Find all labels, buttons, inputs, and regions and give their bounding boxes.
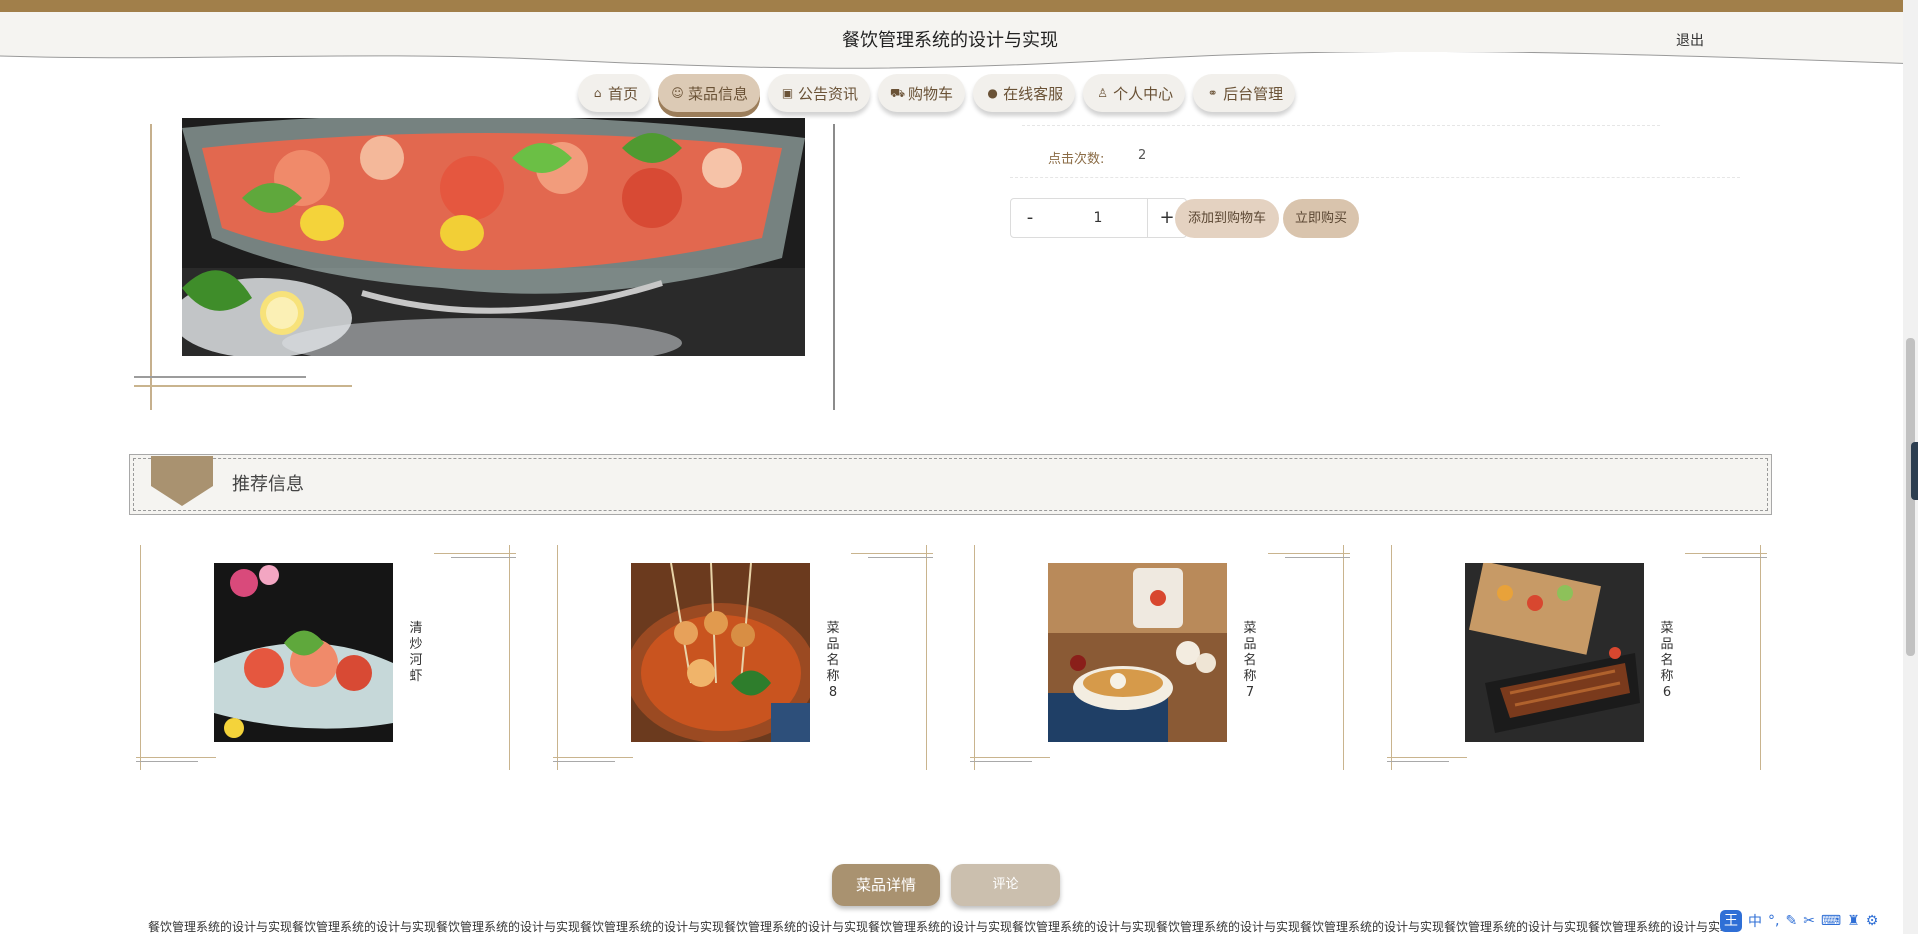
shrimp-dish-illustration: [214, 563, 393, 742]
nav-item-label: 购物车: [908, 84, 954, 103]
card-frame-line: [1285, 557, 1350, 558]
nav-item-dishes[interactable]: ☺ 菜品信息: [658, 74, 761, 112]
clicks-value: 2: [1138, 148, 1147, 163]
app-title: 餐饮管理系统的设计与实现: [842, 30, 1058, 51]
product-image: [182, 118, 805, 356]
dish-name[interactable]: 清炒河虾: [408, 621, 424, 685]
card-frame-line: [509, 545, 510, 770]
punctuation-icon[interactable]: °,: [1768, 913, 1779, 929]
nav-item-cart[interactable]: ⛟ 购物车: [878, 74, 966, 112]
nav-item-service[interactable]: ● 在线客服: [973, 74, 1076, 112]
card-frame-line: [1760, 545, 1761, 770]
dish-image[interactable]: [1048, 563, 1227, 742]
image-frame-left: [150, 124, 152, 410]
recommend-card[interactable]: 菜品名称6: [1387, 545, 1779, 770]
image-frame-line: [134, 385, 352, 387]
card-frame-line: [136, 757, 216, 758]
nav-item-profile[interactable]: ♙ 个人中心: [1083, 74, 1186, 112]
card-frame-line: [974, 545, 975, 770]
main-nav: ⌂ 首页 ☺ 菜品信息 ▣ 公告资讯 ⛟ 购物车 ● 在线客服 ♙ 个人中心 ⚭ 后台管理: [578, 74, 1296, 114]
nav-item-admin[interactable]: ⚭ 后台管理: [1193, 74, 1296, 112]
tab-dish-detail[interactable]: 菜品详情: [832, 864, 940, 906]
pen-icon[interactable]: ✎: [1785, 913, 1797, 929]
dish-image[interactable]: [214, 563, 393, 742]
nav-item-label: 个人中心: [1113, 84, 1174, 103]
nav-item-home[interactable]: ⌂ 首页: [578, 74, 651, 112]
card-frame-line: [553, 761, 615, 762]
card-frame-line: [1685, 553, 1767, 554]
image-frame-right: [833, 124, 835, 410]
gift-icon: ▣: [781, 85, 794, 100]
user-icon: ♙: [1097, 85, 1108, 100]
buy-now-button[interactable]: 立即购买: [1283, 199, 1359, 238]
card-frame-line: [1702, 557, 1767, 558]
ime-logo-icon[interactable]: 王: [1720, 910, 1742, 932]
dish-image[interactable]: [1465, 563, 1644, 742]
gear-icon[interactable]: ⚙: [1866, 913, 1879, 929]
scissors-icon[interactable]: ✂: [1803, 913, 1815, 929]
recommend-banner: [129, 454, 1772, 515]
nav-item-label: 后台管理: [1223, 84, 1284, 103]
info-divider: [1022, 125, 1660, 126]
header-wave-decoration: [0, 52, 1918, 76]
recommend-card[interactable]: 清炒河虾: [136, 545, 528, 770]
shirt-icon[interactable]: ♜: [1847, 913, 1860, 929]
card-frame-line: [553, 757, 633, 758]
dish-name[interactable]: 菜品名称6: [1659, 621, 1675, 701]
banner-dashed-border: [133, 458, 1768, 511]
ime-toolbar: 王 中 °, ✎ ✂ ⌨ ♜ ⚙: [1720, 908, 1903, 934]
card-frame-line: [970, 757, 1050, 758]
info-divider: [1010, 177, 1740, 178]
nav-item-label: 菜品信息: [688, 84, 749, 103]
skewers-dish-illustration: [631, 563, 810, 742]
page: 餐饮管理系统的设计与实现 退出 ⌂ 首页 ☺ 菜品信息 ▣ 公告资讯 ⛟ 购物车 ● 在线…: [0, 0, 1918, 934]
card-frame-line: [140, 545, 141, 770]
nav-item-label: 公告资讯: [798, 84, 859, 103]
card-frame-line: [970, 761, 1032, 762]
top-accent-bar: [0, 0, 1918, 12]
card-frame-line: [1391, 545, 1392, 770]
card-frame-line: [136, 761, 198, 762]
footer-marquee: 餐饮管理系统的设计与实现餐饮管理系统的设计与实现餐饮管理系统的设计与实现餐饮管理…: [148, 920, 1722, 934]
card-frame-line: [557, 545, 558, 770]
link-icon: ⚭: [1207, 85, 1218, 100]
dish-name[interactable]: 菜品名称7: [1242, 621, 1258, 701]
clicks-label: 点击次数:: [1048, 152, 1105, 167]
face-icon: ☺: [671, 85, 684, 100]
card-frame-line: [451, 557, 516, 558]
side-panel-handle[interactable]: [1911, 442, 1918, 500]
ime-mode-indicator[interactable]: 中: [1748, 911, 1762, 931]
tab-comments[interactable]: 评论: [951, 864, 1060, 906]
recommend-card[interactable]: 菜品名称7: [970, 545, 1362, 770]
seafood-platter-illustration: [182, 118, 805, 356]
image-frame-line: [134, 376, 306, 378]
card-frame-line: [1268, 553, 1350, 554]
chat-icon: ●: [987, 85, 998, 100]
keyboard-icon[interactable]: ⌨: [1821, 913, 1841, 929]
cart-icon: ⛟: [890, 85, 906, 100]
card-frame-line: [1343, 545, 1344, 770]
grilled-eel-illustration: [1465, 563, 1644, 742]
dish-name[interactable]: 菜品名称8: [825, 621, 841, 701]
quantity-input[interactable]: [1049, 198, 1147, 238]
nav-item-label: 首页: [608, 84, 639, 103]
card-frame-line: [434, 553, 516, 554]
card-frame-line: [851, 553, 933, 554]
recommend-card[interactable]: 菜品名称8: [553, 545, 945, 770]
card-frame-line: [926, 545, 927, 770]
card-frame-line: [1387, 757, 1467, 758]
ribbon-flag-icon: [151, 456, 213, 506]
quantity-decrement-button[interactable]: -: [1010, 198, 1050, 238]
card-frame-line: [868, 557, 933, 558]
soup-dish-illustration: [1048, 563, 1227, 742]
nav-item-label: 在线客服: [1003, 84, 1064, 103]
nav-item-news[interactable]: ▣ 公告资讯: [768, 74, 871, 112]
logout-link[interactable]: 退出: [1676, 30, 1704, 50]
recommend-title: 推荐信息: [232, 474, 304, 495]
add-to-cart-button[interactable]: 添加到购物车: [1175, 199, 1279, 238]
home-icon: ⌂: [593, 85, 602, 100]
card-frame-line: [1387, 761, 1449, 762]
dish-image[interactable]: [631, 563, 810, 742]
